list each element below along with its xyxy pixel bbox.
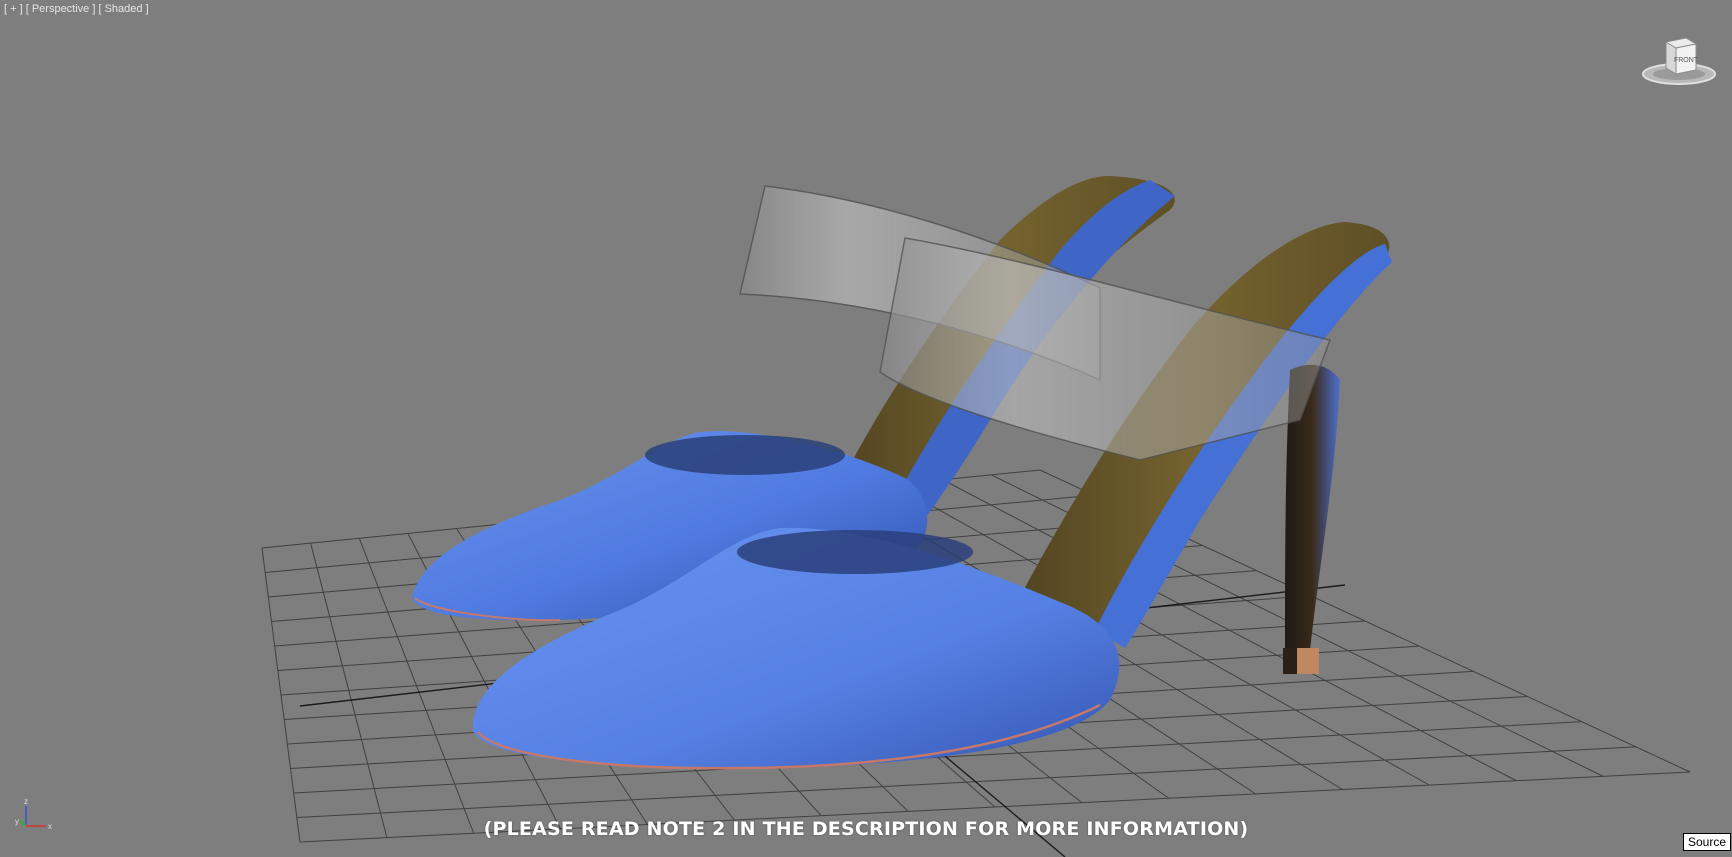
back-shoe-opening <box>645 435 845 475</box>
axis-z-label: z <box>24 797 28 806</box>
source-button[interactable]: Source <box>1683 833 1732 851</box>
3d-viewport[interactable]: [ + ] [ Perspective ] [ Shaded ] FRONT z… <box>0 0 1732 857</box>
viewport-view-menu[interactable]: [ Perspective ] <box>26 3 96 15</box>
viewport-label: [ + ] [ Perspective ] [ Shaded ] <box>4 3 149 15</box>
viewcube-face-label: FRONT <box>1674 57 1699 64</box>
viewcube-icon[interactable]: FRONT <box>1640 30 1718 88</box>
viewport-menu-plus[interactable]: [ + ] <box>4 3 23 15</box>
front-shoe-opening <box>737 530 973 574</box>
scene-canvas[interactable] <box>0 0 1732 857</box>
viewport-shading-menu[interactable]: [ Shaded ] <box>98 3 148 15</box>
description-note: (PLEASE READ NOTE 2 IN THE DESCRIPTION F… <box>483 818 1249 840</box>
